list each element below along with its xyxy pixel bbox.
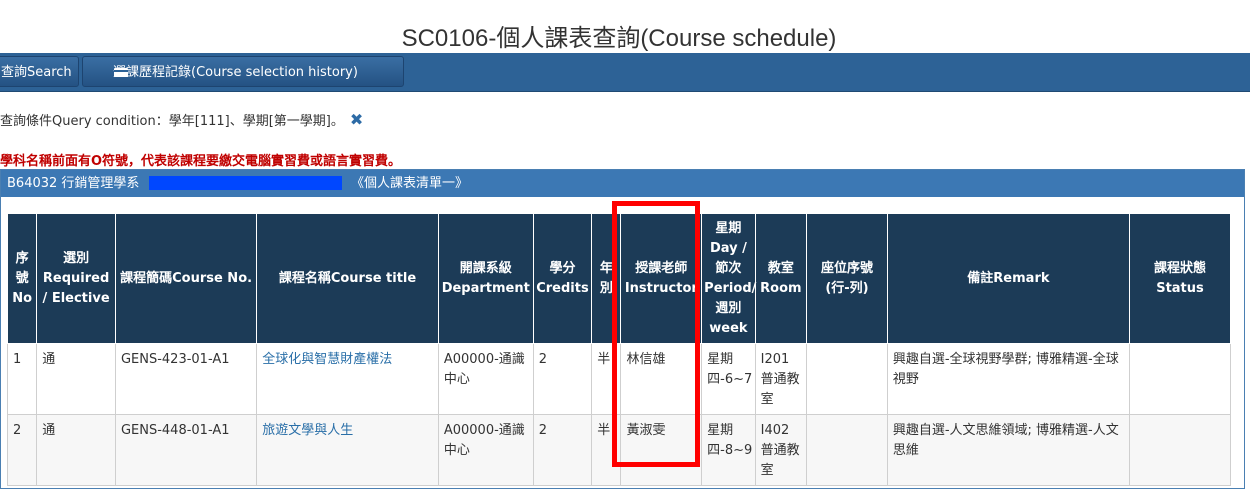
header-seat: 座位序號(行-列)	[806, 213, 888, 344]
selection-history-button[interactable]: 選課歷程記錄(Course selection history)	[82, 56, 404, 87]
header-dept: 開課系級Department	[437, 213, 534, 344]
header-remark: 備註Remark	[886, 213, 1130, 344]
cell-room: I201普通教室	[754, 343, 808, 415]
query-condition: 查詢條件Query condition：學年[111]、學期[第一學期]。 ✖	[0, 110, 363, 129]
cell-credits: 2	[532, 414, 593, 486]
cell-instructor: 林信雄	[620, 343, 703, 415]
cell-year: 半	[591, 414, 622, 486]
header-credits: 學分Credits	[532, 213, 593, 344]
cell-title: 旅遊文學與人生	[256, 414, 439, 486]
header-room: 教室Room	[754, 213, 808, 344]
header-code: 課程簡碼Course No.	[114, 213, 258, 344]
toolbar: 查詢Search 選課歷程記錄(Course selection history…	[0, 53, 1250, 92]
course-list-panel: B64032 行銷管理學系 《個人課表清單一》 序號No 選別Required …	[0, 169, 1245, 489]
query-condition-text: 查詢條件Query condition：學年[111]、學期[第一學期]。	[0, 114, 344, 129]
panel-header: B64032 行銷管理學系 《個人課表清單一》	[1, 170, 1244, 197]
clear-query-icon[interactable]: ✖	[350, 110, 363, 129]
cell-period: 星期四-6~7	[701, 343, 756, 415]
cell-year: 半	[591, 343, 622, 415]
cell-type: 通	[36, 414, 116, 486]
course-title-link[interactable]: 旅遊文學與人生	[262, 423, 353, 438]
cell-dept: A00000-通識中心	[437, 343, 534, 415]
cell-seat	[806, 343, 888, 415]
cell-no: 2	[6, 414, 38, 486]
cell-remark: 興趣自選-全球視野學群; 博雅精選-全球視野	[886, 343, 1130, 415]
cell-dept: A00000-通識中心	[437, 414, 534, 486]
fee-notice: 學科名稱前面有O符號，代表該課程要繳交電腦實習費或語言實習費。	[0, 154, 402, 169]
selection-history-label: 選課歷程記錄(Course selection history)	[113, 65, 358, 80]
credit-card-icon	[114, 68, 128, 77]
table-row: 2 通 GENS-448-01-A1 旅遊文學與人生 A00000-通識中心 2…	[6, 414, 1232, 486]
header-status: 課程狀態Status	[1128, 213, 1232, 344]
course-title-link[interactable]: 全球化與智慧財產權法	[262, 352, 392, 367]
cell-code: GENS-423-01-A1	[114, 343, 258, 415]
cell-period: 星期四-8~9	[701, 414, 756, 486]
cell-seat	[806, 414, 888, 486]
header-instructor: 授課老師Instructor	[620, 213, 703, 344]
header-year: 年別	[591, 213, 622, 344]
cell-status	[1128, 343, 1232, 415]
search-button-label: 查詢Search	[1, 65, 72, 80]
cell-remark: 興趣自選-人文思維領域; 博雅精選-人文思維	[886, 414, 1130, 486]
redacted-name	[149, 176, 342, 190]
cell-room: I402普通教室	[754, 414, 808, 486]
cell-no: 1	[6, 343, 38, 415]
cell-credits: 2	[532, 343, 593, 415]
header-period: 星期Day / 節次Period/週別week	[701, 213, 756, 344]
schedule-table: 序號No 選別Required / Elective 課程簡碼Course No…	[6, 213, 1232, 486]
table-header-row: 序號No 選別Required / Elective 課程簡碼Course No…	[6, 213, 1232, 344]
cell-status	[1128, 414, 1232, 486]
header-no: 序號No	[6, 213, 38, 344]
student-department: B64032 行銷管理學系	[7, 176, 140, 191]
cell-instructor: 黃淑雯	[620, 414, 703, 486]
cell-type: 通	[36, 343, 116, 415]
header-title: 課程名稱Course title	[256, 213, 439, 344]
header-type: 選別Required / Elective	[36, 213, 116, 344]
cell-title: 全球化與智慧財產權法	[256, 343, 439, 415]
page-title: SC0106-個人課表查詢(Course schedule)	[401, 25, 837, 52]
cell-code: GENS-448-01-A1	[114, 414, 258, 486]
search-button[interactable]: 查詢Search	[0, 56, 79, 87]
table-row: 1 通 GENS-423-01-A1 全球化與智慧財產權法 A00000-通識中…	[6, 343, 1232, 415]
list-title: 《個人課表清單一》	[351, 176, 469, 191]
